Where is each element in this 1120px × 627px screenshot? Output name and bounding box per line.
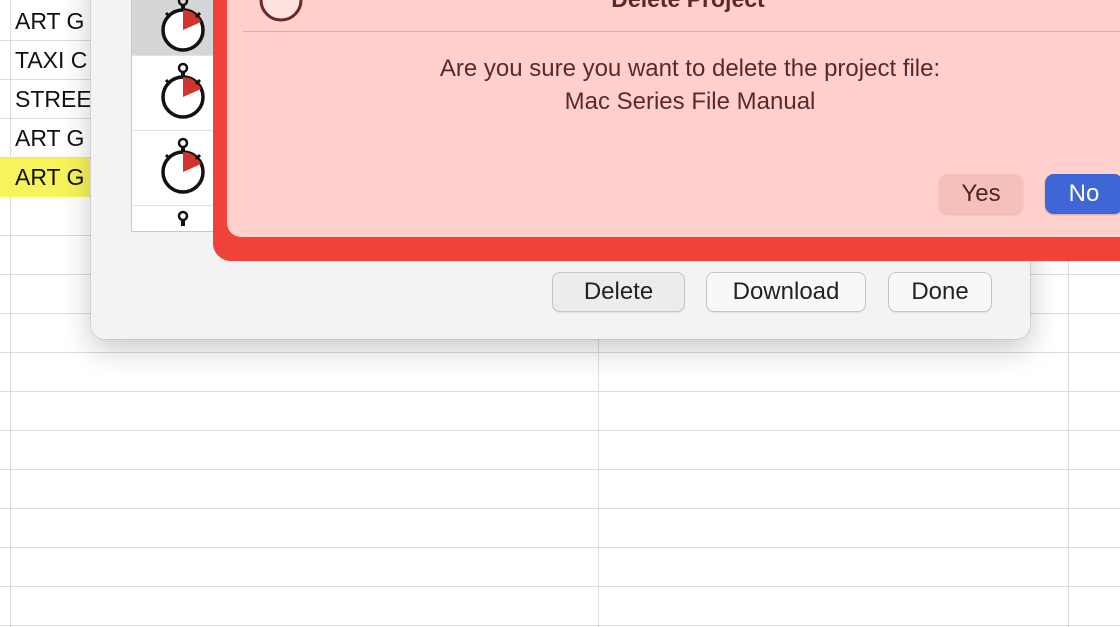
stopwatch-icon <box>177 210 189 226</box>
sheet-cell[interactable]: ART G <box>10 119 90 158</box>
grid-line <box>0 352 1120 353</box>
stopwatch-icon <box>259 0 303 22</box>
sheet-cell[interactable]: STREE <box>10 80 90 119</box>
done-button[interactable]: Done <box>888 272 992 312</box>
sheet-cell[interactable]: ART G <box>10 2 90 41</box>
grid-line <box>0 391 1120 392</box>
grid-line <box>0 586 1120 587</box>
grid-line <box>0 430 1120 431</box>
no-button[interactable]: No <box>1045 174 1120 214</box>
grid-line <box>0 625 1120 626</box>
alert-project-name: Mac Series File Manual <box>564 88 816 115</box>
alert-message: Are you sure you want to delete the proj… <box>290 52 1090 118</box>
stopwatch-icon <box>161 62 205 119</box>
download-button[interactable]: Download <box>706 272 866 312</box>
project-list[interactable] <box>131 0 221 232</box>
project-list-row[interactable] <box>132 0 220 56</box>
alert-divider <box>243 31 1120 32</box>
sheet-cell-highlighted[interactable]: ART G <box>0 158 90 197</box>
project-list-row[interactable] <box>132 56 220 131</box>
grid-line <box>0 469 1120 470</box>
alert-title: Delete Project <box>463 0 913 13</box>
grid-line <box>0 547 1120 548</box>
stopwatch-icon <box>161 0 205 52</box>
project-list-row[interactable] <box>132 206 220 231</box>
stopwatch-icon <box>161 137 205 194</box>
project-list-row[interactable] <box>132 131 220 206</box>
yes-button[interactable]: Yes <box>939 174 1023 214</box>
alert-message-line: Are you sure you want to delete the proj… <box>439 55 941 82</box>
grid-line <box>0 508 1120 509</box>
sheet-cell[interactable]: TAXI C <box>10 41 90 80</box>
delete-button[interactable]: Delete <box>552 272 685 312</box>
